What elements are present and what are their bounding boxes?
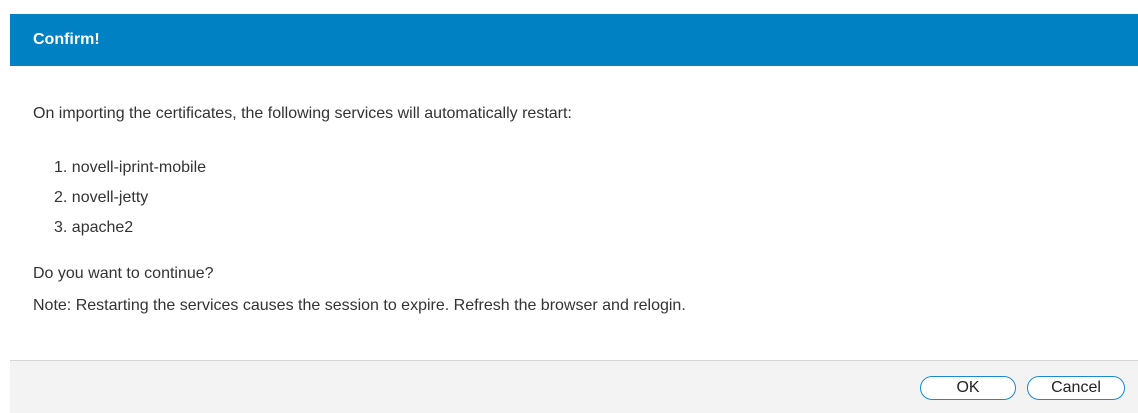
- confirm-dialog: Confirm! On importing the certificates, …: [10, 14, 1138, 413]
- restart-note: Note: Restarting the services causes the…: [33, 297, 686, 314]
- dialog-button-bar: OK Cancel: [10, 360, 1138, 413]
- dialog-title-bar: Confirm!: [10, 14, 1138, 66]
- dialog-title: Confirm!: [33, 31, 100, 48]
- service-item-3: 3. apache2: [54, 219, 134, 236]
- intro-message: On importing the certificates, the follo…: [33, 105, 572, 122]
- cancel-button[interactable]: Cancel: [1027, 376, 1125, 400]
- service-item-2: 2. novell-jetty: [54, 189, 149, 206]
- ok-button[interactable]: OK: [920, 376, 1016, 400]
- continue-question: Do you want to continue?: [33, 265, 214, 282]
- service-item-1: 1. novell-iprint-mobile: [54, 159, 207, 176]
